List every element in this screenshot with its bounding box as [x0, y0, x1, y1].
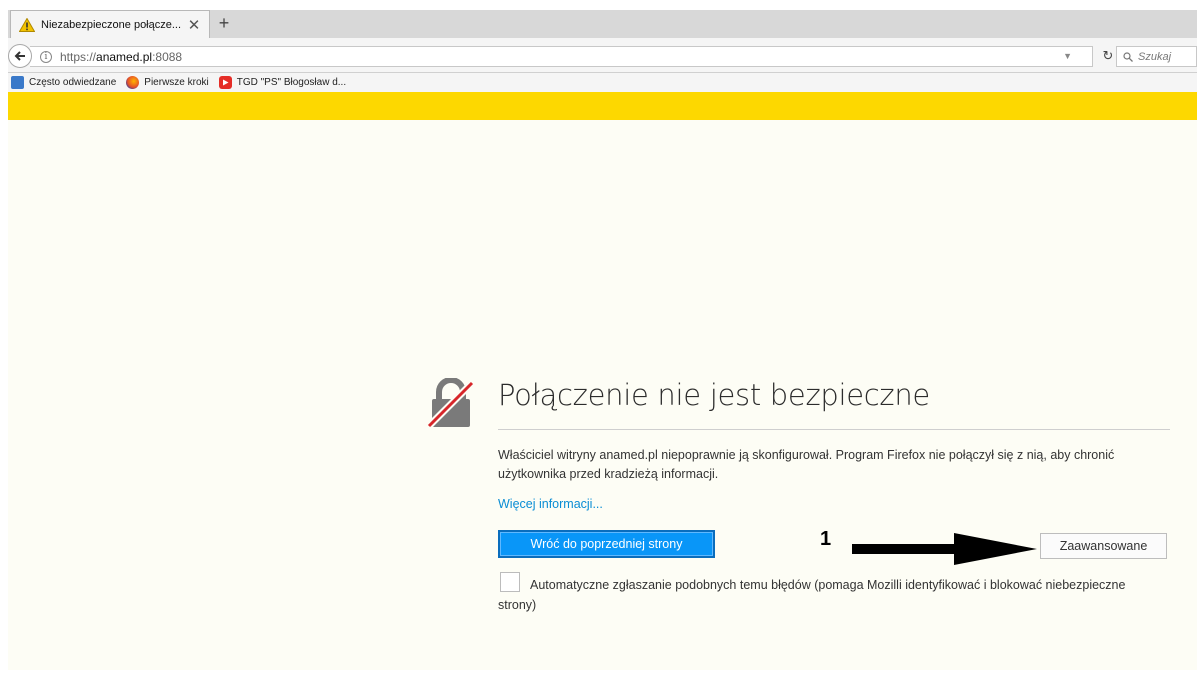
bookmark-label: TGD "PS" Błogosław d... [236, 77, 347, 88]
url-host: anamed.pl [96, 49, 153, 64]
report-errors-label: Automatyczne zgłaszanie podobnych temu b… [498, 578, 1126, 612]
more-info-link[interactable]: Więcej informacji... [498, 497, 603, 511]
go-back-button[interactable]: Wróć do poprzedniej strony [498, 530, 715, 558]
broken-lock-icon [427, 378, 475, 428]
url-bar[interactable]: i https://anamed.pl:8088 ▼ [30, 46, 1093, 67]
bookmarks-toolbar: Często odwiedzane Pierwsze kroki TGD "PS… [8, 73, 1197, 92]
bookmark-label: Pierwsze kroki [144, 77, 209, 88]
warning-bar [8, 92, 1197, 120]
back-button[interactable] [8, 44, 32, 68]
annotation-number: 1 [820, 528, 832, 550]
nav-bar: i https://anamed.pl:8088 ▼ ↻ Szukaj [8, 38, 1197, 73]
divider [498, 429, 1170, 430]
tab-close-icon[interactable]: ✕ [187, 16, 201, 34]
error-description: Właściciel witryny anamed.pl niepoprawni… [498, 448, 1115, 481]
url-port: :8088 [152, 49, 183, 64]
back-arrow-icon [14, 51, 25, 61]
bookmark-label: Często odwiedzane [29, 77, 117, 88]
url-text: https://anamed.pl:8088 [60, 50, 182, 64]
url-prefix: https:// [60, 49, 97, 64]
tab-strip: Niezabezpieczone połącze... ✕ + [8, 10, 1197, 38]
tab-title: Niezabezpieczone połącze... [41, 18, 182, 31]
search-icon [1123, 51, 1133, 62]
reload-icon[interactable]: ↻ [1099, 48, 1117, 64]
url-dropdown-icon[interactable]: ▼ [1063, 51, 1072, 61]
annotation-arrow-icon [852, 533, 1037, 565]
frequent-icon [11, 76, 24, 89]
page-title: Połączenie nie jest bezpieczne [498, 378, 930, 412]
bookmark-tgd[interactable]: TGD "PS" Błogosław d... [218, 76, 347, 89]
search-placeholder: Szukaj [1138, 50, 1172, 63]
advanced-button[interactable]: Zaawansowane [1040, 533, 1167, 559]
bookmark-first-steps[interactable]: Pierwsze kroki [126, 76, 209, 89]
bookmark-frequent[interactable]: Często odwiedzane [8, 76, 116, 89]
tab-active[interactable]: Niezabezpieczone połącze... ✕ [10, 10, 210, 38]
youtube-icon [218, 76, 232, 89]
search-input[interactable]: Szukaj [1116, 46, 1197, 67]
firefox-icon [126, 76, 140, 89]
info-icon[interactable]: i [40, 50, 52, 63]
new-tab-button[interactable]: + [210, 10, 238, 38]
warning-icon [19, 17, 35, 32]
